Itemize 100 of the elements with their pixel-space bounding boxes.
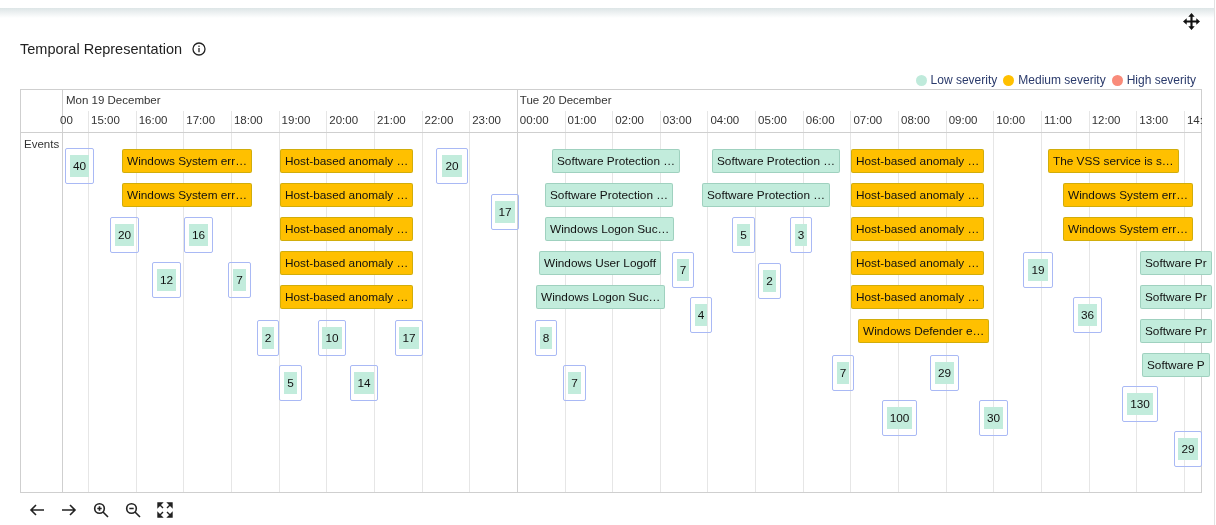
hour-label: 20:00 — [329, 114, 359, 126]
event-bar[interactable]: Windows System err… — [122, 149, 252, 173]
hour-label: 01:00 — [567, 114, 597, 126]
hour-label: 14: — [1186, 114, 1203, 126]
event-cluster[interactable]: 17 — [395, 320, 423, 356]
event-bar[interactable]: Host-based anomaly … — [280, 251, 414, 275]
hour-label: 08:00 — [901, 114, 930, 126]
hour-label: 10:00 — [996, 114, 1026, 126]
hour-label: 13:00 — [1139, 114, 1169, 126]
event-bar[interactable]: Host-based anomaly … — [280, 183, 414, 207]
hour-label: 03:00 — [662, 114, 692, 126]
event-bar[interactable]: Host-based anomaly … — [280, 149, 414, 173]
event-cluster[interactable]: 100 — [882, 400, 917, 436]
event-count: 3 — [794, 224, 808, 246]
event-cluster[interactable]: 5 — [732, 217, 755, 253]
event-cluster[interactable]: 10 — [318, 320, 346, 356]
event-bar[interactable]: Software Pr — [1140, 285, 1212, 309]
event-cluster[interactable]: 20 — [436, 148, 468, 184]
hour-label: 23:00 — [472, 114, 501, 126]
event-count: 36 — [1077, 304, 1098, 326]
hour-label: 11:00 — [1044, 114, 1072, 126]
event-cluster[interactable]: 3 — [790, 217, 812, 253]
hour-label: 12:00 — [1091, 114, 1121, 126]
event-bar[interactable]: Host-based anomaly … — [851, 217, 985, 241]
event-bar[interactable]: Windows System err… — [1063, 217, 1193, 241]
event-bar[interactable]: Host-based anomaly … — [851, 251, 985, 275]
panel-title: Temporal Representation — [20, 41, 182, 57]
event-bar[interactable]: Software Protection … — [702, 183, 831, 207]
event-cluster[interactable]: 2 — [257, 320, 279, 356]
event-bar[interactable]: Software Pr — [1140, 319, 1212, 343]
event-bar[interactable]: Windows User Logoff — [539, 251, 661, 275]
hour-label: 19:00 — [281, 114, 311, 126]
fullscreen-icon — [157, 502, 173, 518]
event-bar[interactable]: Host-based anomaly … — [851, 183, 985, 207]
hour-label: 21:00 — [376, 114, 406, 126]
event-cluster[interactable]: 7 — [563, 365, 586, 401]
event-cluster[interactable]: 2 — [758, 263, 781, 299]
day-label: Mon 19 December — [66, 94, 161, 106]
event-cluster[interactable]: 4 — [690, 297, 712, 333]
hour-label: 09:00 — [948, 114, 978, 126]
event-count: 100 — [886, 407, 913, 429]
event-count: 7 — [676, 259, 690, 281]
event-cluster[interactable]: 17 — [491, 194, 519, 230]
event-cluster[interactable]: 19 — [1023, 252, 1053, 288]
event-bar[interactable]: Software Protection … — [545, 183, 674, 207]
event-cluster[interactable]: 5 — [279, 365, 302, 401]
event-count: 17 — [399, 327, 419, 349]
event-cluster[interactable]: 30 — [979, 400, 1008, 436]
event-cluster[interactable]: 40 — [65, 148, 94, 184]
legend-label: Medium severity — [1018, 73, 1106, 87]
event-bar[interactable]: Software Protection … — [712, 149, 841, 173]
event-bar[interactable]: Windows Logon Suc… — [536, 285, 666, 309]
arrow-right-icon — [61, 502, 77, 518]
event-bar[interactable]: Software Protection … — [552, 149, 681, 173]
event-cluster[interactable]: 14 — [350, 365, 378, 401]
event-bar[interactable]: Host-based anomaly … — [280, 217, 414, 241]
arrow-left-icon — [29, 502, 45, 518]
event-bar[interactable]: Windows Defender e… — [858, 319, 990, 343]
event-count: 2 — [261, 327, 275, 349]
event-cluster[interactable]: 29 — [930, 355, 959, 391]
event-cluster[interactable]: 130 — [1122, 386, 1158, 422]
event-cluster[interactable]: 20 — [110, 217, 139, 253]
event-bar[interactable]: Windows System err… — [122, 183, 252, 207]
event-cluster[interactable]: 36 — [1073, 297, 1102, 333]
hour-label: 05:00 — [758, 114, 787, 126]
event-count: 40 — [69, 155, 90, 177]
event-bar[interactable]: Host-based anomaly … — [851, 149, 985, 173]
event-bar[interactable]: Windows System err… — [1063, 183, 1193, 207]
event-count: 20 — [114, 224, 135, 246]
event-bar[interactable]: Host-based anomaly … — [851, 285, 985, 309]
hour-label: 06:00 — [805, 114, 835, 126]
event-bar[interactable]: Windows Logon Suc… — [545, 217, 675, 241]
zoom-out-icon — [125, 502, 141, 518]
event-cluster[interactable]: 8 — [535, 320, 557, 356]
event-bar[interactable]: Software P — [1142, 353, 1210, 377]
event-bar[interactable]: Software Pr — [1140, 251, 1212, 275]
event-count: 4 — [694, 304, 708, 326]
event-count: 19 — [1028, 259, 1048, 281]
event-count: 20 — [442, 155, 462, 177]
event-count: 12 — [156, 269, 177, 291]
event-bar[interactable]: Host-based anomaly … — [280, 285, 414, 309]
hour-label: 15:00 — [91, 114, 120, 126]
hour-label: 00:00 — [519, 114, 549, 126]
event-count: 5 — [737, 224, 750, 246]
move-icon[interactable] — [1183, 13, 1200, 30]
event-count: 7 — [836, 362, 850, 384]
event-cluster[interactable]: 7 — [672, 252, 694, 288]
event-cluster[interactable]: 16 — [184, 217, 213, 253]
event-count: 30 — [983, 407, 1004, 429]
hour-label: 22:00 — [424, 114, 454, 126]
event-count: 14 — [354, 372, 374, 394]
event-cluster[interactable]: 12 — [152, 262, 181, 298]
event-bar[interactable]: The VSS service is s… — [1048, 149, 1179, 173]
info-icon[interactable] — [192, 42, 206, 56]
event-cluster[interactable]: 29 — [1174, 431, 1202, 467]
hour-label: 17:00 — [186, 114, 216, 126]
event-cluster[interactable]: 7 — [228, 262, 251, 298]
hour-label: 16:00 — [138, 114, 168, 126]
hour-label: 00 — [60, 114, 73, 126]
event-cluster[interactable]: 7 — [832, 355, 854, 391]
